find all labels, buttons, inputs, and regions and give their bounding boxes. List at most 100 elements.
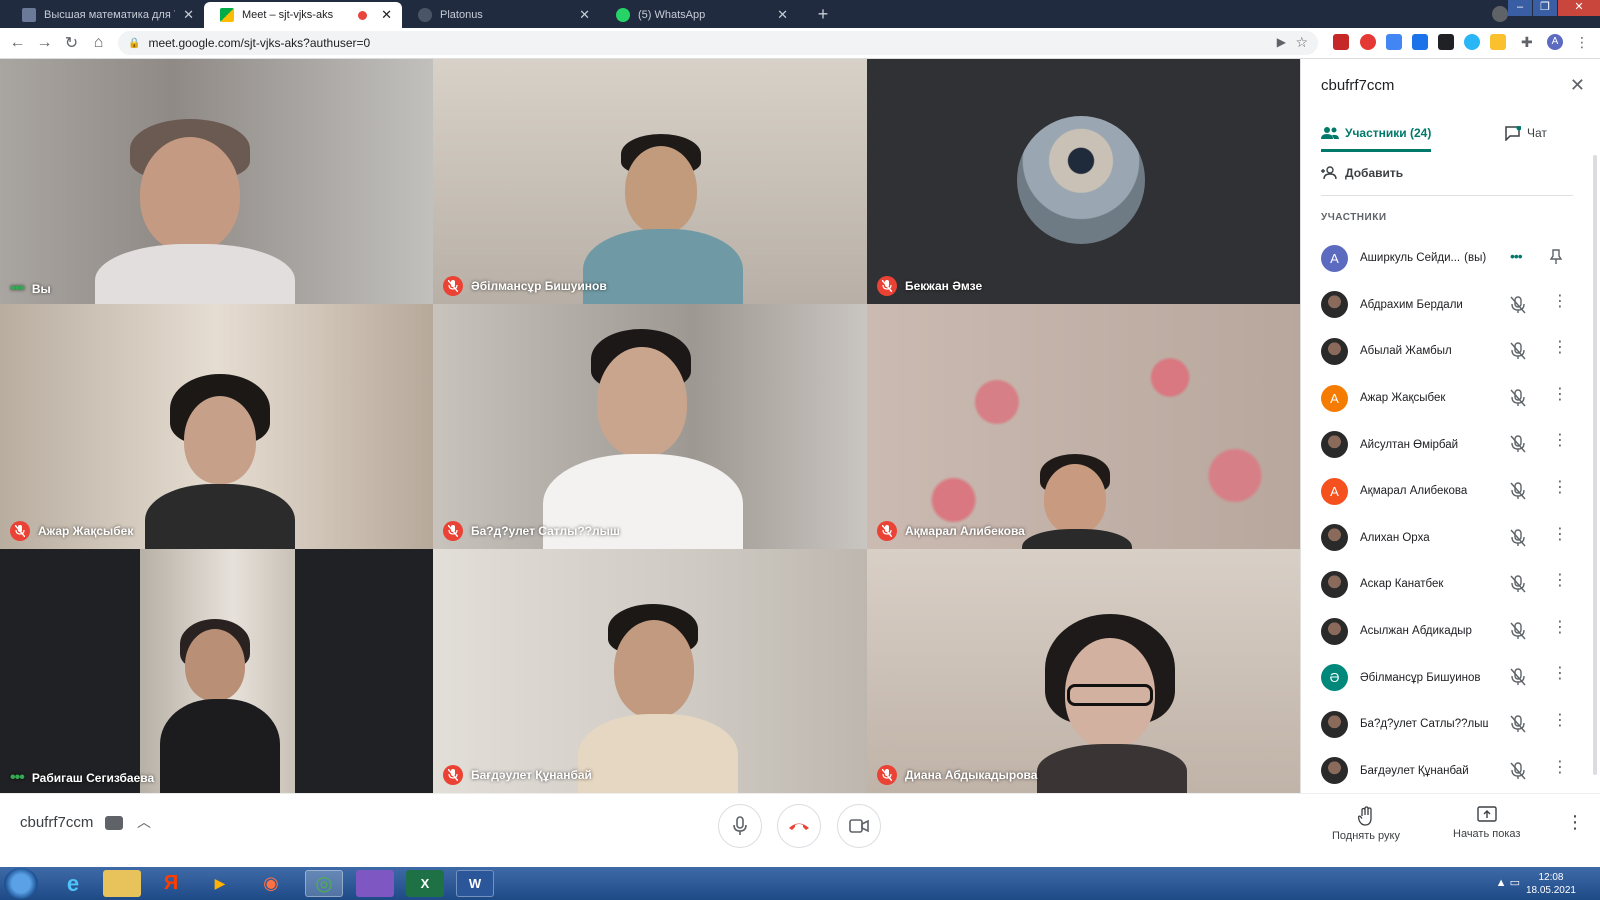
mic-off-icon[interactable] <box>1510 575 1526 596</box>
minimize-icon[interactable]: – <box>1508 0 1532 16</box>
participant-row[interactable]: Абылай Жамбыл ⋮ <box>1321 328 1585 375</box>
chevron-up-icon[interactable]: ︿ <box>137 812 151 832</box>
system-clock[interactable]: 12:08 18.05.2021 <box>1526 871 1576 897</box>
meeting-code[interactable]: cbufrf7ccm <box>20 814 93 831</box>
more-options-icon[interactable]: ⋮ <box>1552 386 1568 403</box>
mic-off-icon[interactable] <box>1510 389 1526 410</box>
more-options-icon[interactable]: ⋮ <box>1552 293 1568 310</box>
participant-row[interactable]: Алихан Орха ⋮ <box>1321 515 1585 562</box>
tab-chat[interactable]: Чат <box>1505 117 1547 149</box>
winrar-icon[interactable] <box>356 870 394 897</box>
media-player-icon[interactable]: ▶ <box>201 870 239 897</box>
mic-off-icon[interactable] <box>1510 761 1526 783</box>
more-options-icon[interactable]: ⋮ <box>1552 573 1568 589</box>
participant-row[interactable]: Ә Әбілмансұр Бишуинов ⋮ <box>1321 654 1585 701</box>
opera-extension-icon[interactable] <box>1360 34 1376 50</box>
excel-icon[interactable]: X <box>406 870 444 897</box>
extension-icon[interactable] <box>1412 34 1428 50</box>
camera-in-use-icon[interactable]: ▶ <box>1277 35 1286 49</box>
forward-arrow-icon[interactable]: → <box>31 34 58 52</box>
extensions-puzzle-icon[interactable]: ✚ <box>1521 34 1537 50</box>
internet-explorer-icon[interactable]: e <box>54 870 92 897</box>
close-tab-icon[interactable]: ✕ <box>579 7 590 23</box>
mic-off-icon[interactable] <box>1510 295 1526 317</box>
more-options-icon[interactable]: ⋮ <box>1552 712 1568 729</box>
mic-off-icon[interactable] <box>1510 482 1526 503</box>
word-icon[interactable]: W <box>456 870 494 897</box>
tab-participants[interactable]: Участники (24) <box>1321 117 1432 152</box>
camera-button[interactable] <box>837 804 881 848</box>
translate-extension-icon[interactable] <box>1386 34 1402 50</box>
firefox-icon[interactable]: ◉ <box>252 870 290 897</box>
video-tile[interactable]: Ажар Жақсыбек <box>0 304 433 549</box>
participant-row[interactable]: Айсултан Өмірбай ⋮ <box>1321 421 1585 468</box>
mic-off-icon[interactable] <box>1510 528 1526 550</box>
mic-off-icon[interactable] <box>1510 715 1526 736</box>
video-tile[interactable]: ••• Рабигаш Сегизбаева <box>0 549 433 793</box>
participant-row[interactable]: Аскар Канатбек ⋮ <box>1321 561 1585 608</box>
present-now-button[interactable]: Начать показ <box>1453 806 1520 840</box>
reload-icon[interactable]: ↻ <box>58 33 85 53</box>
video-tile[interactable]: Диана Абдыкадырова <box>867 549 1300 793</box>
more-options-icon[interactable]: ⋮ <box>1552 433 1568 449</box>
mic-off-icon[interactable] <box>1510 668 1526 689</box>
participant-row[interactable]: Бағдәулет Құнанбай ⋮ <box>1321 748 1585 795</box>
more-options-icon[interactable]: ⋮ <box>1566 812 1584 833</box>
extension-icon[interactable] <box>1438 34 1454 50</box>
video-tile-self[interactable]: ••• Вы <box>0 59 433 304</box>
participant-row[interactable]: Асылжан Абдикадыр ⋮ <box>1321 608 1585 655</box>
cloud-extension-icon[interactable] <box>1464 34 1480 50</box>
video-tile[interactable]: Ақмарал Алибекова <box>867 304 1300 549</box>
system-tray-icons[interactable]: ▲ ▭ <box>1496 876 1520 889</box>
profile-avatar[interactable]: A <box>1547 34 1563 50</box>
video-tile[interactable]: Ба?д?улет Сатлы??лыш <box>433 304 867 549</box>
mic-off-icon[interactable] <box>1510 622 1526 643</box>
more-options-icon[interactable]: ⋮ <box>1552 759 1568 776</box>
restore-icon[interactable]: ❐ <box>1533 0 1557 16</box>
panel-scrollbar[interactable] <box>1593 155 1597 775</box>
captions-icon[interactable] <box>105 816 123 830</box>
participant-row[interactable]: А Ақмарал Алибекова ⋮ <box>1321 468 1585 515</box>
close-panel-icon[interactable]: ✕ <box>1570 75 1585 96</box>
extension-icon[interactable] <box>1490 34 1506 50</box>
raise-hand-button[interactable]: Поднять руку <box>1332 806 1400 842</box>
browser-tab[interactable]: (5) WhatsApp ✕ <box>600 2 798 28</box>
more-options-icon[interactable]: ⋮ <box>1552 666 1568 682</box>
participant-row[interactable]: Абдрахим Бердали ⋮ <box>1321 282 1585 329</box>
home-icon[interactable]: ⌂ <box>85 34 112 52</box>
bookmark-star-icon[interactable]: ☆ <box>1295 34 1308 51</box>
participant-row[interactable]: Ба?д?улет Сатлы??лыш ⋮ <box>1321 701 1585 748</box>
more-options-icon[interactable]: ⋮ <box>1552 526 1568 543</box>
close-tab-icon[interactable]: ✕ <box>381 7 392 23</box>
back-arrow-icon[interactable]: ← <box>4 34 31 52</box>
pin-icon[interactable] <box>1549 249 1563 268</box>
participant-row[interactable]: A Аширкуль Сейди... (вы) ••• <box>1321 235 1585 282</box>
browser-tab[interactable]: Platonus ✕ <box>402 2 600 28</box>
chrome-icon[interactable]: ◎ <box>305 870 343 897</box>
video-tile[interactable]: Әбілмансұр Бишуинов <box>433 59 867 304</box>
yandex-browser-icon[interactable]: Я <box>152 870 190 897</box>
browser-tab[interactable]: Высшая математика для ТЭ ✕ <box>6 2 204 28</box>
browser-tab-active[interactable]: Meet – sjt-vjks-aks ✕ <box>204 2 402 28</box>
video-tile[interactable]: Бекжан Әмзе <box>867 59 1300 304</box>
more-options-icon[interactable]: ⋮ <box>1552 479 1568 496</box>
close-tab-icon[interactable]: ✕ <box>777 7 788 23</box>
windows-start-icon[interactable] <box>4 868 38 899</box>
more-options-icon[interactable]: ⋮ <box>1552 340 1568 356</box>
more-options-icon[interactable]: ⋮ <box>1552 619 1568 636</box>
new-tab-button[interactable]: + <box>812 4 834 26</box>
microphone-button[interactable] <box>718 804 762 848</box>
adblock-extension-icon[interactable] <box>1333 34 1349 50</box>
browser-menu-icon[interactable]: ⋮ <box>1574 34 1590 50</box>
browser-profile-icon[interactable] <box>1492 6 1508 22</box>
mic-off-icon[interactable] <box>1510 342 1526 363</box>
end-call-button[interactable] <box>777 804 821 848</box>
file-explorer-icon[interactable] <box>103 870 141 897</box>
mic-off-icon[interactable] <box>1510 435 1526 456</box>
video-tile[interactable]: Бағдәулет Құнанбай <box>433 549 867 793</box>
close-tab-icon[interactable]: ✕ <box>183 7 194 23</box>
add-people-button[interactable]: Добавить <box>1321 166 1403 180</box>
participant-row[interactable]: А Ажар Жақсыбек ⋮ <box>1321 375 1585 422</box>
window-close-icon[interactable]: ✕ <box>1558 0 1600 16</box>
address-bar[interactable]: 🔒 meet.google.com/sjt-vjks-aks?authuser=… <box>118 31 1318 55</box>
